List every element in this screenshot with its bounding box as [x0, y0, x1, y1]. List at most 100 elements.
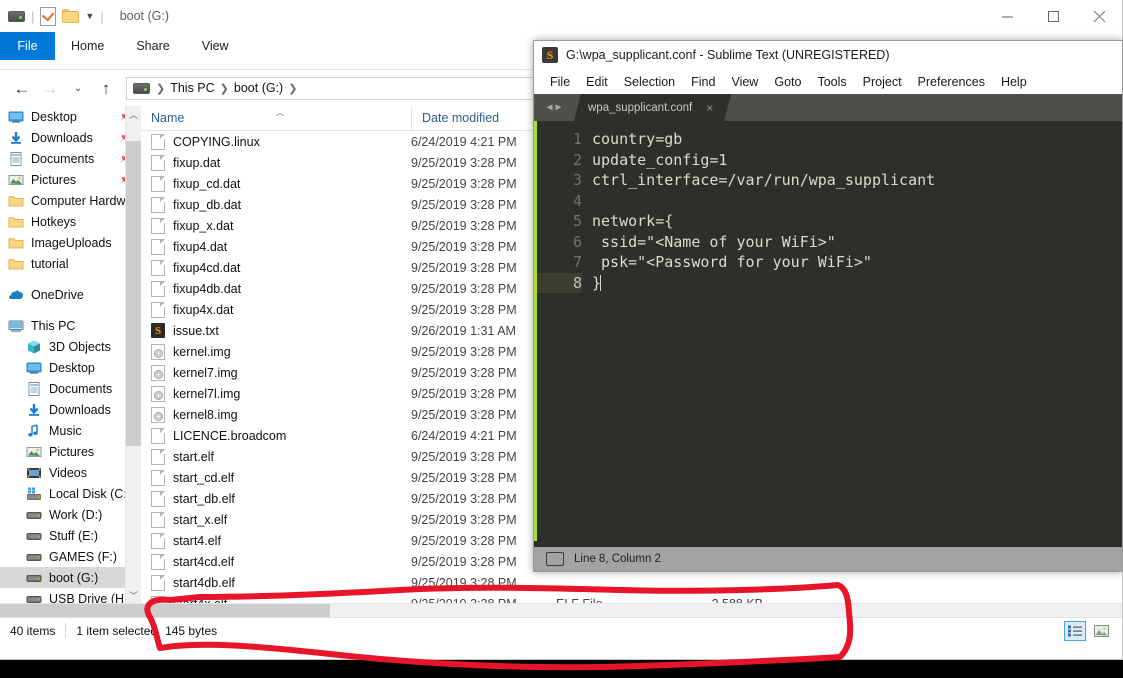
file-icon	[151, 490, 165, 507]
sidebar-item-local-disk-c[interactable]: Local Disk (C:)	[0, 483, 141, 504]
code-editor[interactable]: 1 2 3 4 5 6 78 country=gb update_config=1 ctrl_i…	[534, 121, 1122, 541]
horizontal-scroll-thumb[interactable]	[0, 604, 330, 617]
code-line[interactable]	[592, 191, 1122, 212]
forward-button[interactable]: →	[36, 74, 64, 102]
close-button[interactable]	[1076, 0, 1122, 32]
ribbon-tab-file[interactable]: File	[0, 32, 55, 60]
tab-scroll-arrows[interactable]: ◀ ▶	[534, 94, 574, 121]
sidebar-item-hotkeys[interactable]: Hotkeys	[0, 211, 141, 232]
text-caret	[600, 274, 602, 291]
menu-item-find[interactable]: Find	[683, 75, 723, 89]
menu-item-selection[interactable]: Selection	[616, 75, 683, 89]
sidebar-item-label: Downloads	[49, 402, 111, 417]
code-line[interactable]: ssid="<Name of your WiFi>"	[592, 232, 1122, 253]
file-name-label: LICENCE.broadcom	[173, 428, 287, 443]
sublime-title-bar: S G:\wpa_supplicant.conf - Sublime Text …	[534, 41, 1122, 69]
table-row[interactable]: start4x.elf9/25/2019 3:28 PMELF File2,58…	[141, 593, 1122, 603]
sidebar-item-onedrive[interactable]: OneDrive	[0, 284, 141, 305]
customize-caret-icon[interactable]: ▼	[85, 11, 94, 21]
sidebar-item-work-d[interactable]: Work (D:)	[0, 504, 141, 525]
menu-item-goto[interactable]: Goto	[766, 75, 809, 89]
menu-item-help[interactable]: Help	[993, 75, 1035, 89]
breadcrumb-this-pc[interactable]: This PC	[167, 81, 217, 95]
sidebar-item-desktop[interactable]: Desktop	[0, 357, 141, 378]
menu-item-view[interactable]: View	[723, 75, 766, 89]
navigation-list: Desktop📌Downloads📌Documents📌Pictures📌 Com…	[0, 106, 141, 603]
tab-next-icon[interactable]: ▶	[556, 102, 562, 113]
status-item-count: 40 items	[10, 623, 56, 638]
sidebar-item-imageuploads[interactable]: ImageUploads	[0, 232, 141, 253]
minimize-button[interactable]	[984, 0, 1030, 32]
code-line[interactable]: country=gb	[592, 129, 1122, 150]
line-number: 1	[572, 130, 582, 148]
sidebar-item-downloads[interactable]: Downloads	[0, 399, 141, 420]
ribbon-tab-view[interactable]: View	[186, 32, 245, 60]
back-button[interactable]: ←	[8, 74, 36, 102]
column-header-name[interactable]: ︿ Name	[141, 106, 411, 130]
ribbon-tab-share[interactable]: Share	[120, 32, 185, 60]
folder-icon	[8, 193, 24, 209]
properties-icon[interactable]	[40, 6, 57, 26]
file-name-cell: start4cd.elf	[141, 553, 411, 570]
menu-item-preferences[interactable]: Preferences	[910, 75, 993, 89]
sidebar-item-boot-g[interactable]: boot (G:)	[0, 567, 141, 588]
table-row[interactable]: start4db.elf 9/25/2019 3:28 PM	[141, 572, 1122, 593]
menu-item-project[interactable]: Project	[855, 75, 910, 89]
sidebar-item-pictures[interactable]: Pictures	[0, 441, 141, 462]
navigation-scrollbar[interactable]: ︿ ﹀	[125, 106, 141, 603]
sidebar-item-stuff-e[interactable]: Stuff (E:)	[0, 525, 141, 546]
sidebar-item-this-pc[interactable]: This PC	[0, 315, 141, 336]
sidebar-item-documents[interactable]: Documents📌	[0, 148, 141, 169]
sidebar-item-label: Desktop	[31, 109, 77, 124]
menu-item-edit[interactable]: Edit	[578, 75, 616, 89]
sidebar-item-label: GAMES (F:)	[49, 549, 118, 564]
file-name-cell: start4.elf	[141, 532, 411, 549]
sublime-file-icon: S	[151, 323, 165, 338]
code-line[interactable]: update_config=1	[592, 150, 1122, 171]
sidebar-item-computer-hardw[interactable]: Computer Hardw	[0, 190, 141, 211]
menu-item-tools[interactable]: Tools	[809, 75, 854, 89]
file-name-label: COPYING.linux	[173, 134, 260, 149]
breadcrumb-boot-g[interactable]: boot (G:)	[231, 81, 286, 95]
code-line[interactable]: }	[592, 273, 1122, 294]
file-list-horizontal-scrollbar[interactable]	[0, 603, 1122, 617]
nav-scroll-down-icon[interactable]: ﹀	[126, 587, 141, 603]
code-line-text: country=gb	[592, 130, 683, 148]
sidebar-item-label: Local Disk (C:)	[49, 486, 131, 501]
new-folder-icon[interactable]	[62, 9, 80, 23]
drive-icon[interactable]	[8, 10, 25, 22]
file-icon	[151, 574, 165, 591]
sidebar-item-games-f[interactable]: GAMES (F:)	[0, 546, 141, 567]
sidebar-item-downloads[interactable]: Downloads📌	[0, 127, 141, 148]
close-tab-icon[interactable]: ×	[706, 101, 713, 115]
sidebar-item-3d-objects[interactable]: 3D Objects	[0, 336, 141, 357]
sidebar-item-pictures[interactable]: Pictures📌	[0, 169, 141, 190]
nav-scroll-up-icon[interactable]: ︿	[126, 106, 141, 122]
up-button[interactable]: ↑	[92, 74, 120, 102]
ribbon-tab-home[interactable]: Home	[55, 32, 120, 60]
maximize-button[interactable]	[1030, 0, 1076, 32]
documents-icon	[8, 151, 24, 167]
sidebar-item-documents[interactable]: Documents	[0, 378, 141, 399]
sidebar-item-tutorial[interactable]: tutorial	[0, 253, 141, 274]
code-line[interactable]: network={	[592, 211, 1122, 232]
code-line[interactable]: psk="<Password for your WiFi>"	[592, 252, 1122, 273]
large-icons-view-icon[interactable]	[1090, 621, 1112, 641]
sidebar-item-music[interactable]: Music	[0, 420, 141, 441]
tab-prev-icon[interactable]: ◀	[546, 102, 552, 113]
code-content[interactable]: country=gb update_config=1 ctrl_interface=…	[592, 121, 1122, 541]
sidebar-item-label: Documents	[31, 151, 95, 166]
code-line[interactable]: ctrl_interface=/var/run/wpa_supplicant	[592, 170, 1122, 191]
sidebar-item-desktop[interactable]: Desktop📌	[0, 106, 141, 127]
breadcrumb-separator-2[interactable]: ❯	[286, 82, 299, 95]
sidebar-item-usb-drive-h[interactable]: USB Drive (H:)	[0, 588, 141, 603]
sidebar-item-videos[interactable]: Videos	[0, 462, 141, 483]
details-view-icon[interactable]	[1064, 621, 1086, 641]
menu-item-file[interactable]: File	[542, 75, 578, 89]
editor-tab-wpa-supplicant[interactable]: wpa_supplicant.conf ×	[574, 94, 731, 121]
sidebar-item-label: Downloads	[31, 130, 93, 145]
file-name-label: fixup4x.dat	[173, 302, 234, 317]
recent-locations-button[interactable]: ⌄	[64, 74, 92, 102]
nav-scroll-thumb[interactable]	[126, 141, 141, 446]
